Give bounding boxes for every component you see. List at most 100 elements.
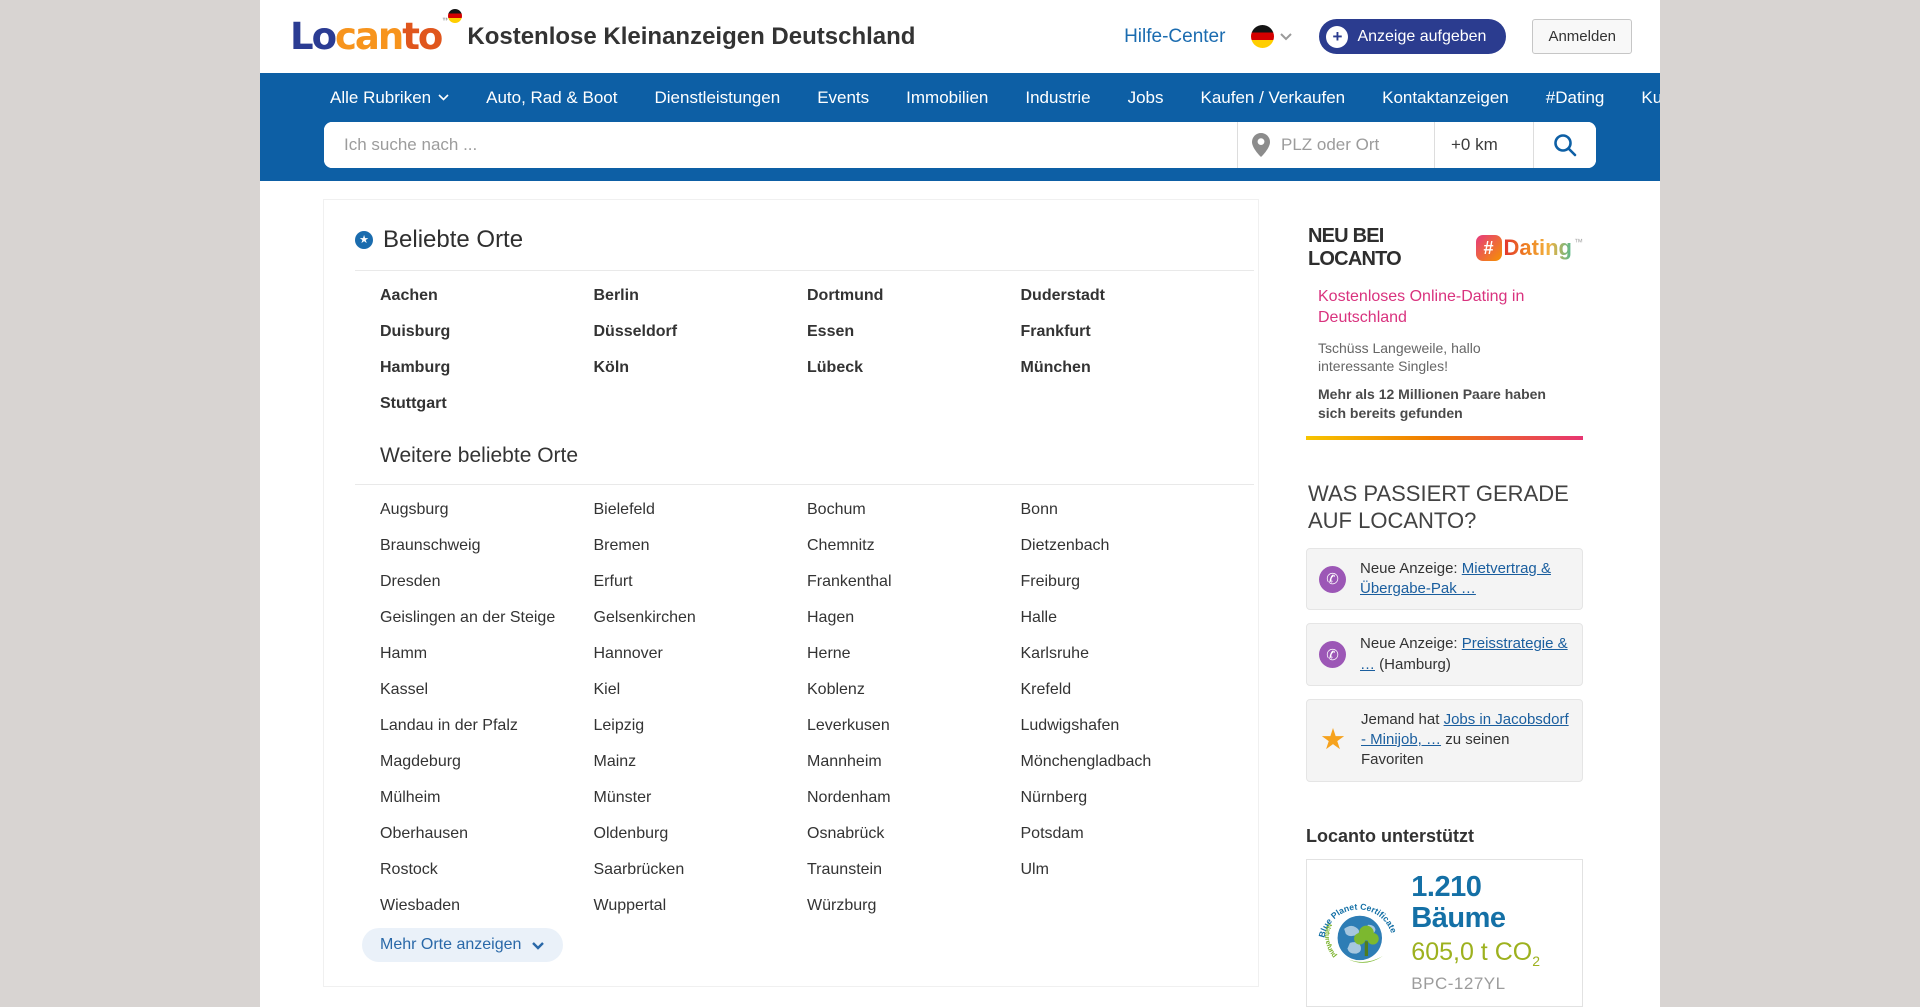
- city-link[interactable]: Saarbrücken: [594, 861, 808, 878]
- city-link[interactable]: Ludwigshafen: [1021, 717, 1235, 734]
- city-link[interactable]: Wiesbaden: [380, 897, 594, 914]
- city-link[interactable]: Krefeld: [1021, 681, 1235, 698]
- popular-city-grid: AachenBerlinDortmundDuderstadt DuisburgDü…: [380, 287, 1234, 412]
- city-link[interactable]: Kiel: [594, 681, 808, 698]
- city-link[interactable]: Essen: [807, 323, 1021, 340]
- city-link[interactable]: Köln: [594, 359, 808, 376]
- activity-item[interactable]: ★ Jemand hat Jobs in Jacobsdorf - Minijo…: [1306, 699, 1583, 782]
- city-link[interactable]: Hamburg: [380, 359, 594, 376]
- city-link[interactable]: Dietzenbach: [1021, 537, 1235, 554]
- city-link[interactable]: Rostock: [380, 861, 594, 878]
- city-link[interactable]: Osnabrück: [807, 825, 1021, 842]
- city-link[interactable]: Hannover: [594, 645, 808, 662]
- city-link[interactable]: Bremen: [594, 537, 808, 554]
- city-link[interactable]: Duderstadt: [1021, 287, 1235, 304]
- locanto-logo[interactable]: Locanto™: [290, 18, 451, 55]
- city-link[interactable]: Mainz: [594, 753, 808, 770]
- city-link[interactable]: Lübeck: [807, 359, 1021, 376]
- help-center-link[interactable]: Hilfe-Center: [1124, 26, 1225, 48]
- nav-item[interactable]: Ku: [1641, 88, 1660, 108]
- city-link[interactable]: Landau in der Pfalz: [380, 717, 594, 734]
- main-nav: Alle Rubriken Auto, Rad & Boot Dienstleis…: [260, 73, 1660, 122]
- city-link[interactable]: Potsdam: [1021, 825, 1235, 842]
- city-link[interactable]: Braunschweig: [380, 537, 594, 554]
- city-link[interactable]: Dortmund: [807, 287, 1021, 304]
- city-link[interactable]: Dresden: [380, 573, 594, 590]
- city-link[interactable]: Bonn: [1021, 501, 1235, 518]
- city-link[interactable]: Bochum: [807, 501, 1021, 518]
- post-ad-button[interactable]: + Anzeige aufgeben: [1319, 19, 1506, 54]
- show-more-places-button[interactable]: Mehr Orte anzeigen: [362, 928, 563, 962]
- city-link[interactable]: Oldenburg: [594, 825, 808, 842]
- location-pin-icon: [1252, 133, 1270, 157]
- city-link[interactable]: Berlin: [594, 287, 808, 304]
- star-badge-icon: ★: [355, 231, 373, 249]
- nav-all-categories[interactable]: Alle Rubriken: [330, 88, 449, 108]
- city-link[interactable]: Wuppertal: [594, 897, 808, 914]
- city-link[interactable]: Halle: [1021, 609, 1235, 626]
- city-link[interactable]: Karlsruhe: [1021, 645, 1235, 662]
- city-link[interactable]: Mülheim: [380, 789, 594, 806]
- city-link[interactable]: Herne: [807, 645, 1021, 662]
- nav-item[interactable]: Dienstleistungen: [654, 88, 780, 108]
- popular-places-header: ★ Beliebte Orte: [355, 226, 1234, 254]
- city-link[interactable]: Freiburg: [1021, 573, 1235, 590]
- city-link[interactable]: Würzburg: [807, 897, 1021, 914]
- city-link[interactable]: Bielefeld: [594, 501, 808, 518]
- city-link[interactable]: Gelsenkirchen: [594, 609, 808, 626]
- radius-select[interactable]: +0 km: [1435, 122, 1533, 168]
- city-link[interactable]: Hagen: [807, 609, 1021, 626]
- certificate-stats: 1.210 Bäume 605,0 t CO2 BPC-127YL: [1411, 872, 1572, 995]
- city-link[interactable]: Ulm: [1021, 861, 1235, 878]
- activity-item[interactable]: ✆ Neue Anzeige: Mietvertrag & Übergabe-P…: [1306, 548, 1583, 611]
- city-link[interactable]: Nordenham: [807, 789, 1021, 806]
- city-link[interactable]: München: [1021, 359, 1235, 376]
- city-link[interactable]: Münster: [594, 789, 808, 806]
- city-link[interactable]: Erfurt: [594, 573, 808, 590]
- dating-promo-card[interactable]: NEU BEI LOCANTO # Dating ™ Kostenloses O…: [1306, 199, 1583, 440]
- nav-item[interactable]: Industrie: [1025, 88, 1090, 108]
- city-link[interactable]: Magdeburg: [380, 753, 594, 770]
- nav-item[interactable]: Kaufen / Verkaufen: [1201, 88, 1346, 108]
- activity-text: Neue Anzeige: Mietvertrag & Übergabe-Pak…: [1360, 559, 1570, 600]
- nav-item[interactable]: Kontaktanzeigen: [1382, 88, 1509, 108]
- city-link[interactable]: Augsburg: [380, 501, 594, 518]
- city-link[interactable]: Geislingen an der Steige: [380, 609, 594, 626]
- location-box[interactable]: [1238, 122, 1434, 168]
- dating-promo-link[interactable]: Kostenloses Online-Dating in Deutschland: [1318, 287, 1558, 329]
- city-link[interactable]: Kassel: [380, 681, 594, 698]
- login-button[interactable]: Anmelden: [1532, 19, 1632, 54]
- dating-logo[interactable]: # Dating ™: [1476, 235, 1583, 261]
- city-link[interactable]: Mannheim: [807, 753, 1021, 770]
- svg-text:Naturefund: Naturefund: [1323, 922, 1338, 959]
- nav-item[interactable]: #Dating: [1546, 88, 1605, 108]
- city-link[interactable]: Nürnberg: [1021, 789, 1235, 806]
- city-link[interactable]: Frankfurt: [1021, 323, 1235, 340]
- city-link[interactable]: Traunstein: [807, 861, 1021, 878]
- city-link[interactable]: Düsseldorf: [594, 323, 808, 340]
- activity-text: Jemand hat Jobs in Jacobsdorf - Minijob,…: [1361, 710, 1570, 771]
- city-link[interactable]: Aachen: [380, 287, 594, 304]
- nav-item[interactable]: Auto, Rad & Boot: [486, 88, 617, 108]
- activity-item[interactable]: ✆ Neue Anzeige: Preisstrategie & … (Hamb…: [1306, 623, 1583, 686]
- more-city-grid: AugsburgBielefeldBochumBonn BraunschweigB…: [380, 501, 1234, 914]
- city-link[interactable]: Mönchengladbach: [1021, 753, 1235, 770]
- blue-planet-certificate-card[interactable]: Blue Planet Certificate Naturefund: [1306, 859, 1583, 1007]
- city-link[interactable]: Chemnitz: [807, 537, 1021, 554]
- nav-item[interactable]: Events: [817, 88, 869, 108]
- city-link[interactable]: Koblenz: [807, 681, 1021, 698]
- city-link[interactable]: Duisburg: [380, 323, 594, 340]
- city-link[interactable]: Oberhausen: [380, 825, 594, 842]
- nav-item[interactable]: Immobilien: [906, 88, 988, 108]
- city-link[interactable]: Leverkusen: [807, 717, 1021, 734]
- search-input[interactable]: [324, 122, 1237, 168]
- city-link[interactable]: Leipzig: [594, 717, 808, 734]
- city-link[interactable]: Hamm: [380, 645, 594, 662]
- search-button[interactable]: [1534, 122, 1596, 168]
- location-input[interactable]: [1279, 134, 1399, 156]
- language-selector[interactable]: [1251, 25, 1293, 48]
- city-link[interactable]: Frankenthal: [807, 573, 1021, 590]
- city-link[interactable]: Stuttgart: [380, 395, 594, 412]
- nav-item[interactable]: Jobs: [1128, 88, 1164, 108]
- locanto-wordmark: Locanto™: [290, 15, 451, 58]
